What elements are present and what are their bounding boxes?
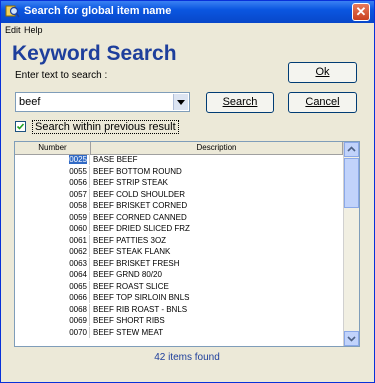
table-row[interactable]: 0069 BEEF SHORT RIBS (15, 315, 343, 326)
chevron-down-icon (347, 336, 356, 342)
status-text: 42 items found (154, 352, 220, 363)
cell-description: BEEF ROAST SLICE (93, 281, 169, 291)
cell-number-text: 0064 (69, 270, 87, 279)
cell-number-text: 0069 (69, 316, 87, 325)
menu-edit[interactable]: Edit (5, 25, 21, 35)
page-title: Keyword Search (12, 42, 177, 65)
table-row[interactable]: 0066 BEEF TOP SIRLOIN BNLS (15, 292, 343, 303)
cell-number: 0058 (15, 200, 90, 211)
checkmark-icon (16, 123, 25, 130)
cell-number: 0066 (15, 292, 90, 303)
cell-number-text: 0062 (69, 247, 87, 256)
cell-number-text: 0058 (69, 201, 87, 210)
table-row[interactable]: 0060 BEEF DRIED SLICED FRZ (15, 223, 343, 234)
table-row[interactable]: 0058 BEEF BRISKET CORNED (15, 200, 343, 211)
cell-number: 0057 (15, 188, 90, 200)
menu-help[interactable]: Help (24, 25, 43, 35)
scrollbar-thumb[interactable] (344, 158, 359, 208)
chevron-down-icon (177, 100, 185, 105)
cancel-button-label: Cancel (305, 96, 340, 108)
cell-description: BEEF BRISKET FRESH (93, 258, 180, 268)
menu-bar: Edit Help (1, 23, 374, 37)
cell-number: 0065 (15, 280, 90, 292)
cell-number: 0055 (15, 165, 90, 177)
table-row[interactable]: 0057 BEEF COLD SHOULDER (15, 188, 343, 200)
table-row[interactable]: 0061 BEEF PATTIES 3OZ (15, 234, 343, 246)
cell-description: BEEF COLD SHOULDER (93, 189, 186, 199)
within-previous-checkbox[interactable] (15, 121, 26, 132)
cell-description: BEEF TOP SIRLOIN BNLS (93, 293, 190, 302)
table-row[interactable]: 0068 BEEF RIB ROAST - BNLS (15, 303, 343, 315)
results-table[interactable]: Number Description 0025 BASE BEEF 0055 BEEF… (14, 141, 360, 347)
cell-number-text: 0070 (69, 327, 87, 337)
cancel-button[interactable]: Cancel (288, 92, 357, 113)
search-input[interactable]: beef (19, 96, 40, 108)
table-row[interactable]: 0070 BEEF STEW MEAT (15, 326, 343, 338)
close-icon[interactable]: ✕ (352, 3, 370, 21)
cell-number-text: 0065 (69, 281, 87, 291)
within-previous-label[interactable]: Search within previous result (32, 120, 179, 134)
cell-number-text: 0068 (69, 304, 87, 314)
table-row[interactable]: 0065 BEEF ROAST SLICE (15, 280, 343, 292)
cell-description: BEEF RIB ROAST - BNLS (93, 304, 188, 314)
vertical-scrollbar[interactable] (343, 142, 359, 346)
table-row[interactable]: 0025 BASE BEEF (15, 154, 343, 165)
table-row[interactable]: 0064 BEEF GRND 80/20 (15, 269, 343, 280)
cell-number-text: 0059 (69, 212, 87, 222)
cell-description: BEEF STEAK FLANK (93, 247, 171, 256)
cell-number-text: 0055 (69, 166, 87, 176)
cell-number: 0056 (15, 177, 90, 188)
cell-number-text: 0060 (69, 224, 87, 233)
scroll-up-button[interactable] (344, 142, 359, 157)
ok-button-label: Ok (315, 66, 330, 78)
cell-number-text: 0025 (69, 155, 87, 164)
table-row[interactable]: 0055 BEEF BOTTOM ROUND (15, 165, 343, 177)
chevron-up-icon (347, 146, 356, 152)
dropdown-button[interactable] (173, 94, 188, 110)
app-icon (5, 5, 20, 18)
cell-number-text: 0057 (69, 189, 87, 199)
search-prompt-label: Enter text to search : (15, 70, 108, 81)
cell-number: 0064 (15, 269, 90, 280)
cell-description: BASE BEEF (93, 155, 138, 164)
cell-description: BEEF BRISKET CORNED (93, 201, 188, 210)
cell-number: 0068 (15, 303, 90, 315)
cell-number: 0069 (15, 315, 90, 326)
cell-description: BEEF PATTIES 3OZ (93, 235, 167, 245)
cell-number-text: 0056 (69, 178, 87, 187)
column-header-description[interactable]: Description (91, 142, 343, 154)
search-button[interactable]: Search (206, 92, 274, 113)
cell-description: BEEF DRIED SLICED FRZ (93, 224, 190, 233)
ok-button[interactable]: Ok (288, 62, 357, 83)
table-row[interactable]: 0056 BEEF STRIP STEAK (15, 177, 343, 188)
scroll-down-button[interactable] (344, 331, 359, 346)
cell-description: BEEF BOTTOM ROUND (93, 166, 182, 176)
cell-number: 0060 (15, 223, 90, 234)
cell-number: 0025 (15, 154, 90, 165)
cell-number: 0062 (15, 246, 90, 257)
cell-number-text: 0063 (69, 258, 87, 268)
cell-number: 0059 (15, 211, 90, 223)
cell-number: 0061 (15, 234, 90, 246)
cell-description: BEEF STEW MEAT (93, 327, 164, 337)
cell-number-text: 0066 (69, 293, 87, 302)
search-dialog-window: Search for global item name ✕ Edit Help … (0, 0, 375, 383)
cell-number: 0070 (15, 326, 90, 338)
cell-description: BEEF GRND 80/20 (93, 270, 162, 279)
cell-description: BEEF CORNED CANNED (93, 212, 187, 222)
cell-description: BEEF STRIP STEAK (93, 178, 168, 187)
cell-number-text: 0061 (69, 235, 87, 245)
search-combobox[interactable]: beef (15, 92, 190, 112)
column-header-number[interactable]: Number (15, 142, 91, 154)
cell-number: 0063 (15, 257, 90, 269)
table-row[interactable]: 0063 BEEF BRISKET FRESH (15, 257, 343, 269)
search-button-label: Search (222, 96, 258, 108)
table-row[interactable]: 0059 BEEF CORNED CANNED (15, 211, 343, 223)
table-row[interactable]: 0062 BEEF STEAK FLANK (15, 246, 343, 257)
cell-description: BEEF SHORT RIBS (93, 316, 165, 325)
window-title: Search for global item name (24, 5, 172, 17)
title-bar[interactable]: Search for global item name ✕ (1, 1, 374, 23)
